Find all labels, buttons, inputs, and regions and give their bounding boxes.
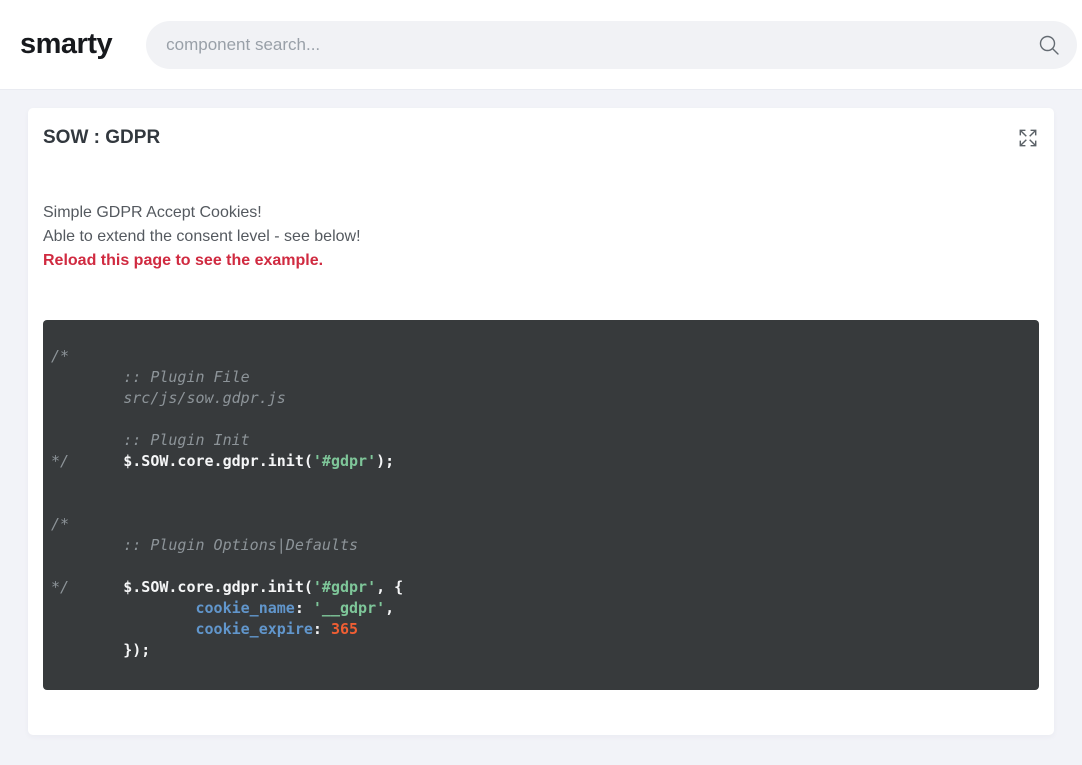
- intro-line-2: Able to extend the consent level - see b…: [43, 225, 1039, 249]
- code-token-comment: /*: [51, 347, 69, 365]
- code-token-comment: */: [51, 452, 69, 470]
- code-line: [51, 493, 1024, 514]
- code-line: src/js/sow.gdpr.js: [51, 388, 1024, 409]
- code-token-plain: );: [376, 452, 394, 470]
- code-token-comment: :: Plugin Options|Defaults: [51, 536, 358, 554]
- code-line: */ $.SOW.core.gdpr.init('#gdpr', {: [51, 577, 1024, 598]
- code-token-plain: $.SOW.core.gdpr.init(: [69, 578, 313, 596]
- code-token-property: cookie_expire: [196, 620, 313, 638]
- code-line: */ $.SOW.core.gdpr.init('#gdpr');: [51, 451, 1024, 472]
- search-bar: [146, 21, 1077, 69]
- code-token-comment: :: Plugin Init: [51, 431, 250, 449]
- code-token-plain: $.SOW.core.gdpr.init(: [69, 452, 313, 470]
- logo[interactable]: smarty: [20, 28, 112, 61]
- code-token-plain: :: [295, 599, 313, 617]
- code-block: /* :: Plugin File src/js/sow.gdpr.js :: …: [43, 320, 1039, 690]
- code-token-comment: :: Plugin File: [51, 368, 250, 386]
- code-token-plain: , {: [376, 578, 403, 596]
- search-input[interactable]: [146, 21, 1077, 69]
- code-token-plain: [51, 620, 196, 638]
- reload-alert-text: Reload this page to see the example.: [43, 249, 1039, 273]
- code-line: [51, 409, 1024, 430]
- card-header: SOW : GDPR: [43, 108, 1039, 153]
- code-line: cookie_name: '__gdpr',: [51, 598, 1024, 619]
- code-token-comment: src/js/sow.gdpr.js: [51, 389, 286, 407]
- code-token-plain: [51, 599, 196, 617]
- code-line: :: Plugin Options|Defaults: [51, 535, 1024, 556]
- code-token-property: cookie_name: [196, 599, 295, 617]
- content-area: SOW : GDPR Simple GDPR Accept Cookies! A…: [0, 90, 1082, 765]
- code-line: cookie_expire: 365: [51, 619, 1024, 640]
- code-token-string: '__gdpr': [313, 599, 385, 617]
- code-token-comment: */: [51, 578, 69, 596]
- code-line: /*: [51, 514, 1024, 535]
- code-line: /*: [51, 346, 1024, 367]
- expand-fullscreen-icon[interactable]: [1017, 127, 1039, 149]
- code-token-plain: ,: [385, 599, 394, 617]
- code-content: /* :: Plugin File src/js/sow.gdpr.js :: …: [51, 346, 1024, 661]
- code-token-plain: });: [51, 641, 150, 659]
- code-token-plain: :: [313, 620, 331, 638]
- code-token-comment: /*: [51, 515, 69, 533]
- code-line: [51, 472, 1024, 493]
- intro-line-1: Simple GDPR Accept Cookies!: [43, 201, 1039, 225]
- code-token-number: 365: [331, 620, 358, 638]
- code-line: :: Plugin Init: [51, 430, 1024, 451]
- code-token-string: '#gdpr': [313, 452, 376, 470]
- intro-text: Simple GDPR Accept Cookies! Able to exte…: [43, 201, 1039, 273]
- search-icon[interactable]: [1037, 33, 1061, 57]
- header: smarty: [0, 0, 1082, 90]
- code-line: [51, 556, 1024, 577]
- component-card: SOW : GDPR Simple GDPR Accept Cookies! A…: [28, 108, 1054, 735]
- code-line: :: Plugin File: [51, 367, 1024, 388]
- code-token-string: '#gdpr': [313, 578, 376, 596]
- card-title: SOW : GDPR: [43, 127, 160, 149]
- code-line: });: [51, 640, 1024, 661]
